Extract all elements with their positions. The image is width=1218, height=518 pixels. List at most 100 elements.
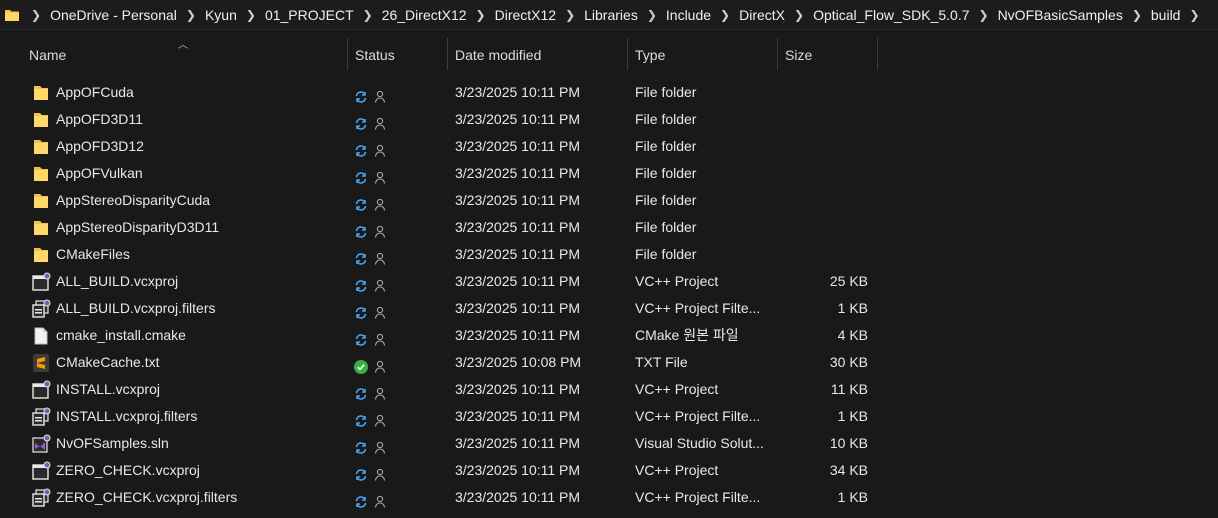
column-divider[interactable] — [877, 38, 878, 70]
sync-pending-icon — [354, 329, 368, 346]
sync-pending-icon — [354, 86, 368, 103]
shared-person-icon — [374, 86, 388, 103]
date-modified: 3/23/2025 10:11 PM — [455, 246, 581, 262]
breadcrumb-item[interactable]: Include — [666, 7, 711, 23]
chevron-right-icon[interactable]: ❯ — [970, 8, 998, 22]
folder-icon — [31, 110, 51, 130]
column-divider[interactable] — [777, 38, 778, 70]
file-row[interactable]: ALL_BUILD.vcxproj 3/23/2025 10:11 PM VC+… — [0, 268, 1218, 295]
column-header-type[interactable]: Type — [635, 38, 665, 72]
file-name: NvOFSamples.sln — [56, 435, 169, 451]
shared-person-icon — [374, 167, 388, 184]
file-row[interactable]: ZERO_CHECK.vcxproj 3/23/2025 10:11 PM VC… — [0, 457, 1218, 484]
breadcrumb-item[interactable]: DirectX — [739, 7, 785, 23]
shared-person-icon — [374, 221, 388, 238]
status-cell — [354, 133, 388, 160]
file-row[interactable]: CMakeCache.txt 3/23/2025 10:08 PM TXT Fi… — [0, 349, 1218, 376]
file-row[interactable]: INSTALL.vcxproj 3/23/2025 10:11 PM VC++ … — [0, 376, 1218, 403]
chevron-right-icon[interactable]: ❯ — [1123, 8, 1151, 22]
file-row[interactable]: AppOFD3D12 3/23/2025 10:11 PM File folde… — [0, 133, 1218, 160]
folder-icon — [31, 164, 51, 184]
chevron-right-icon[interactable]: ❯ — [711, 8, 739, 22]
folder-icon — [31, 191, 51, 211]
breadcrumb-item[interactable]: NvOFBasicSamples — [998, 7, 1123, 23]
synced-check-icon — [354, 356, 368, 374]
visual-studio-solution-icon — [31, 434, 51, 454]
chevron-right-icon[interactable]: ❯ — [1180, 8, 1208, 22]
file-type: CMake 원본 파일 — [635, 327, 739, 343]
breadcrumb-item[interactable]: 26_DirectX12 — [382, 7, 467, 23]
sync-pending-icon — [354, 167, 368, 184]
column-divider[interactable] — [627, 38, 628, 70]
address-bar[interactable]: ❯ OneDrive - Personal ❯ Kyun ❯ 01_PROJECT ❯ 26_… — [0, 0, 1218, 30]
vcxproj-filters-icon — [31, 488, 51, 508]
file-type: VC++ Project — [635, 381, 719, 397]
breadcrumb-item[interactable]: Kyun — [205, 7, 237, 23]
file-name: CMakeCache.txt — [56, 354, 160, 370]
chevron-right-icon[interactable]: ❯ — [354, 8, 382, 22]
file-type: File folder — [635, 165, 697, 181]
chevron-right-icon[interactable]: ❯ — [177, 8, 205, 22]
breadcrumb-item[interactable]: Libraries — [584, 7, 638, 23]
breadcrumb-item[interactable]: OneDrive - Personal — [50, 7, 177, 23]
column-header-status[interactable]: Status — [355, 38, 395, 72]
shared-person-icon — [374, 248, 388, 265]
file-name: AppOFCuda — [56, 84, 134, 100]
file-row[interactable]: ZERO_CHECK.vcxproj.filters 3/23/2025 10:… — [0, 484, 1218, 511]
status-cell — [354, 457, 388, 484]
shared-person-icon — [374, 491, 388, 508]
file-type: VC++ Project Filte... — [635, 408, 761, 424]
shared-person-icon — [374, 329, 388, 346]
column-divider[interactable] — [447, 38, 448, 70]
file-row[interactable]: ALL_BUILD.vcxproj.filters 3/23/2025 10:1… — [0, 295, 1218, 322]
chevron-right-icon[interactable]: ❯ — [638, 8, 666, 22]
file-name: ZERO_CHECK.vcxproj.filters — [56, 489, 238, 505]
breadcrumb-item[interactable]: 01_PROJECT — [265, 7, 354, 23]
file-type: File folder — [635, 84, 697, 100]
file-row[interactable]: AppStereoDisparityD3D11 3/23/2025 10:11 … — [0, 214, 1218, 241]
column-header-date[interactable]: Date modified — [455, 38, 541, 72]
file-row[interactable]: AppOFVulkan 3/23/2025 10:11 PM File fold… — [0, 160, 1218, 187]
chevron-right-icon[interactable]: ❯ — [467, 8, 495, 22]
breadcrumb-item[interactable]: build — [1151, 7, 1181, 23]
column-header: ︿ Name Status Date modified Type Size — [0, 38, 1218, 72]
shared-person-icon — [374, 410, 388, 427]
file-type: VC++ Project Filte... — [635, 489, 761, 505]
file-row[interactable]: AppStereoDisparityCuda 3/23/2025 10:11 P… — [0, 187, 1218, 214]
file-type: File folder — [635, 192, 697, 208]
file-size: 4 KB — [837, 327, 868, 343]
chevron-right-icon[interactable]: ❯ — [22, 8, 50, 22]
status-cell — [354, 187, 388, 214]
file-row[interactable]: CMakeFiles 3/23/2025 10:11 PM File folde… — [0, 241, 1218, 268]
column-header-name[interactable]: Name — [29, 38, 66, 72]
folder-icon — [31, 218, 51, 238]
sync-pending-icon — [354, 437, 368, 454]
file-name: AppStereoDisparityCuda — [56, 192, 211, 208]
file-size: 1 KB — [837, 408, 868, 424]
file-row[interactable]: AppOFD3D11 3/23/2025 10:11 PM File folde… — [0, 106, 1218, 133]
file-size: 1 KB — [837, 489, 868, 505]
file-type: File folder — [635, 219, 697, 235]
file-row[interactable]: AppOFCuda 3/23/2025 10:11 PM File folder — [0, 79, 1218, 106]
file-type: VC++ Project — [635, 462, 719, 478]
breadcrumb-item[interactable]: Optical_Flow_SDK_5.0.7 — [813, 7, 969, 23]
date-modified: 3/23/2025 10:11 PM — [455, 111, 581, 127]
breadcrumb-item[interactable]: DirectX12 — [495, 7, 556, 23]
sync-pending-icon — [354, 194, 368, 211]
status-cell — [354, 349, 388, 376]
sublime-text-icon — [31, 353, 51, 373]
file-row[interactable]: INSTALL.vcxproj.filters 3/23/2025 10:11 … — [0, 403, 1218, 430]
column-divider[interactable] — [347, 38, 348, 70]
date-modified: 3/23/2025 10:11 PM — [455, 165, 581, 181]
file-type: TXT File — [635, 354, 688, 370]
file-row[interactable]: cmake_install.cmake 3/23/2025 10:11 PM C… — [0, 322, 1218, 349]
chevron-right-icon[interactable]: ❯ — [237, 8, 265, 22]
vcxproj-icon — [31, 272, 51, 292]
folder-icon — [31, 83, 51, 103]
chevron-right-icon[interactable]: ❯ — [556, 8, 584, 22]
status-cell — [354, 106, 388, 133]
column-header-size[interactable]: Size — [785, 38, 812, 72]
chevron-right-icon[interactable]: ❯ — [785, 8, 813, 22]
sync-pending-icon — [354, 302, 368, 319]
file-row[interactable]: NvOFSamples.sln 3/23/2025 10:11 PM Visua… — [0, 430, 1218, 457]
